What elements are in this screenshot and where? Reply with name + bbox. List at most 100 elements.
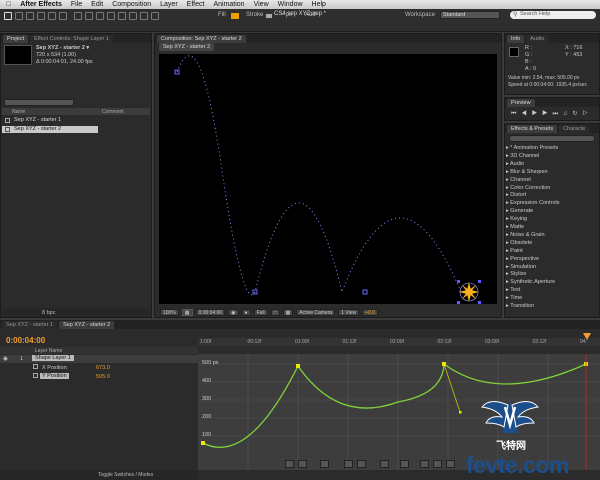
puppet-tool-icon[interactable] xyxy=(151,12,159,20)
transparency-grid-icon[interactable]: ▩ xyxy=(282,309,294,316)
effects-category-item[interactable]: ▸ Simulation xyxy=(506,264,536,270)
separate-dimensions-icon[interactable] xyxy=(380,460,389,468)
menu-view[interactable]: View xyxy=(254,1,269,8)
search-help-input[interactable]: Search Help xyxy=(510,11,596,19)
comp-viewer[interactable] xyxy=(159,54,497,304)
effects-category-item[interactable]: ▸ Paint xyxy=(506,248,523,254)
effects-category-item[interactable]: ▸ Color Correction xyxy=(506,185,550,191)
grid-icon[interactable]: ▦ xyxy=(181,309,193,316)
hold-keyframe-icon[interactable] xyxy=(420,460,429,468)
effects-category-item[interactable]: ▸ * Animation Presets xyxy=(506,145,558,151)
y-position-value[interactable]: 505.0 xyxy=(96,374,110,380)
effects-category-item[interactable]: ▸ Text xyxy=(506,287,520,293)
graph-choose-property-icon[interactable] xyxy=(285,460,294,468)
layer-name[interactable]: Shape Layer 1 xyxy=(32,355,74,361)
y-position-label[interactable]: Y Position xyxy=(40,373,69,379)
edit-keyframe-icon[interactable] xyxy=(400,460,409,468)
effects-category-item[interactable]: ▸ Noise & Grain xyxy=(506,232,545,238)
stroke-swatch[interactable] xyxy=(265,13,273,19)
current-time[interactable]: 0:00:04:00 xyxy=(195,309,226,316)
effects-category-item[interactable]: ▸ Generate xyxy=(506,208,533,214)
view-layout-select[interactable]: 1 View xyxy=(338,309,360,316)
effects-category-item[interactable]: ▸ 3D Channel xyxy=(506,153,539,159)
menu-file[interactable]: File xyxy=(71,1,82,8)
tab-composition[interactable]: Composition: Sep XYZ - starter 2 xyxy=(157,35,246,43)
graph-show-transform-icon[interactable] xyxy=(298,460,307,468)
add-menu[interactable]: Add xyxy=(305,12,316,18)
project-item-selected[interactable]: Sep XYZ - starter 2 xyxy=(2,126,98,133)
visibility-icon[interactable]: ◉ xyxy=(3,356,8,362)
effects-category-item[interactable]: ▸ Keying xyxy=(506,216,527,222)
last-frame-icon[interactable]: ⏭ xyxy=(552,111,562,117)
col-comment[interactable]: Comment xyxy=(102,109,124,115)
effects-category-item[interactable]: ▸ Perspective xyxy=(506,256,539,262)
layer-row[interactable]: ◉ 1 Shape Layer 1 xyxy=(0,355,198,363)
menu-window[interactable]: Window xyxy=(278,1,303,8)
hand-tool-icon[interactable] xyxy=(15,12,23,20)
stroke-width[interactable]: - px xyxy=(282,12,292,18)
tab-info[interactable]: Info xyxy=(507,35,525,43)
tab-audio[interactable]: Audio xyxy=(526,35,549,43)
col-layer-name[interactable]: Layer Name xyxy=(35,348,62,354)
effects-category-item[interactable]: ▸ Synthetic Aperture xyxy=(506,279,555,285)
effects-search-input[interactable] xyxy=(509,135,595,142)
bit-depth-button[interactable]: 8 bpc xyxy=(42,310,55,316)
effects-category-item[interactable]: ▸ Transition xyxy=(506,303,534,309)
type-tool-icon[interactable] xyxy=(96,12,104,20)
first-frame-icon[interactable]: ⏮ xyxy=(511,111,521,117)
x-position-value[interactable]: 673.0 xyxy=(96,365,110,371)
menu-animation[interactable]: Animation xyxy=(213,1,244,8)
effects-category-item[interactable]: ▸ Channel xyxy=(506,177,531,183)
prev-frame-icon[interactable]: ◀ xyxy=(521,111,531,117)
camera-select[interactable]: Active Camera xyxy=(296,309,336,316)
stopwatch-icon[interactable] xyxy=(33,373,38,378)
resolution-select[interactable]: Full xyxy=(253,309,268,316)
pan-behind-tool-icon[interactable] xyxy=(59,12,67,20)
property-row-x[interactable]: X Position 673.0 xyxy=(0,364,198,372)
roi-icon[interactable]: □ xyxy=(270,309,280,316)
tab-preview[interactable]: Preview xyxy=(507,99,535,107)
zoom-tool-icon[interactable] xyxy=(26,12,34,20)
tab-effect-controls[interactable]: Effect Controls: Shape Layer 1 xyxy=(30,35,113,43)
apple-icon[interactable]:  xyxy=(6,1,11,8)
project-search-input[interactable] xyxy=(4,99,74,106)
menu-edit[interactable]: Edit xyxy=(91,1,103,8)
workspace-select[interactable]: Standard xyxy=(440,11,500,19)
menu-layer[interactable]: Layer xyxy=(160,1,178,8)
toggle-switches-modes-button[interactable]: Toggle Switches / Modes xyxy=(98,472,153,478)
tab-timeline-starter-2[interactable]: Sep XYZ - starter 2 xyxy=(59,321,115,329)
app-menu[interactable]: After Effects xyxy=(20,1,62,8)
fill-swatch[interactable] xyxy=(231,13,239,19)
menu-composition[interactable]: Composition xyxy=(112,1,151,8)
ram-preview-icon[interactable]: ▷ xyxy=(582,111,592,117)
clone-tool-icon[interactable] xyxy=(118,12,126,20)
loop-icon[interactable]: ↻ xyxy=(572,111,582,117)
menu-effect[interactable]: Effect xyxy=(187,1,205,8)
stopwatch-icon[interactable] xyxy=(33,364,38,369)
col-name[interactable]: Name xyxy=(12,109,25,115)
effects-category-item[interactable]: ▸ Audio xyxy=(506,161,524,167)
audio-icon[interactable]: ♫ xyxy=(563,111,573,117)
next-frame-icon[interactable]: ▶ xyxy=(542,111,552,117)
auto-bezier-icon[interactable] xyxy=(446,460,455,468)
effects-category-item[interactable]: ▸ Distort xyxy=(506,192,526,198)
eraser-tool-icon[interactable] xyxy=(129,12,137,20)
effects-category-item[interactable]: ▸ Matte xyxy=(506,224,524,230)
tab-timeline-starter-1[interactable]: Sep XYZ - starter 1 xyxy=(2,321,58,329)
effects-category-item[interactable]: ▸ Stylize xyxy=(506,271,527,277)
pen-tool-icon[interactable] xyxy=(85,12,93,20)
tab-effects-presets[interactable]: Effects & Presets xyxy=(507,125,558,133)
timeline-timecode[interactable]: 0:00:04:00 xyxy=(6,336,45,345)
effects-category-item[interactable]: ▸ Obsolete xyxy=(506,240,532,246)
tab-character[interactable]: Characte xyxy=(559,125,590,133)
property-row-y[interactable]: Y Position 505.0 xyxy=(0,373,198,381)
tab-project[interactable]: Project xyxy=(3,35,29,43)
fit-all-icon[interactable] xyxy=(357,460,366,468)
graph-type-icon[interactable] xyxy=(320,460,329,468)
roto-brush-tool-icon[interactable] xyxy=(140,12,148,20)
effects-category-item[interactable]: ▸ Expression Controls xyxy=(506,200,560,206)
comp-breadcrumb[interactable]: Sep XYZ - starter 2 xyxy=(159,43,215,51)
effects-category-item[interactable]: ▸ Time xyxy=(506,295,522,301)
rectangle-tool-icon[interactable] xyxy=(74,12,82,20)
brush-tool-icon[interactable] xyxy=(107,12,115,20)
